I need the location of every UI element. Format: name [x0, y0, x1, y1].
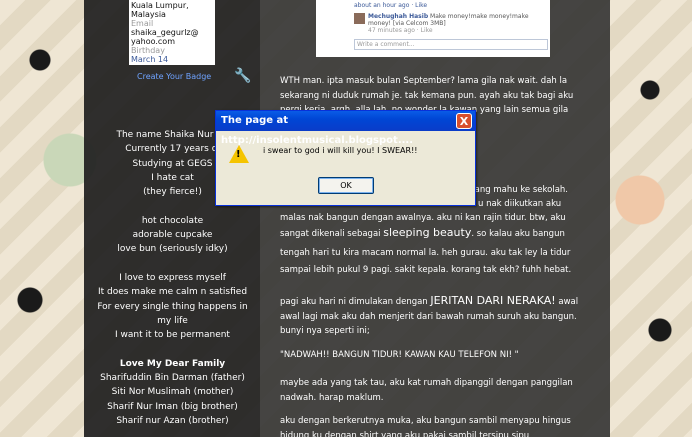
profile-birthday: March 14 — [131, 55, 169, 64]
post-paragraph: u nak diikutkan aku — [478, 199, 562, 209]
bio-line: I want it to be permanent — [115, 330, 230, 341]
warning-glyph: ! — [236, 149, 241, 160]
post-paragraph: malas nak bangun dengan awalnya. aku ni … — [280, 213, 566, 223]
profile-badge: Kuala Lumpur, Malaysia Email shaika_gegu… — [129, 0, 215, 65]
ok-button[interactable]: OK — [318, 177, 374, 194]
bio-line: hot chocolate — [141, 215, 204, 226]
birthday-label: Birthday — [131, 46, 165, 55]
bio-line: For every single thing happens in — [97, 301, 248, 312]
dialog-titlebar[interactable]: The page at http://insolentmusical.blogs… — [216, 111, 475, 146]
profile-location: Kuala Lumpur, Malaysia — [131, 1, 189, 19]
family-member: Sharif Nur Iman (big brother) — [107, 401, 238, 412]
fb-post: Mechughah Hasib Make money!make money!ma… — [368, 13, 543, 27]
post-paragraph: aku dengan berkerutnya muka, aku bangun … — [280, 416, 571, 437]
fb-time: 47 minutes ago · Like — [368, 27, 433, 34]
fb-comment-box: Write a comment... — [354, 39, 548, 50]
fb-avatar — [354, 13, 365, 24]
post-text: . so kalau aku bangun — [471, 229, 565, 239]
post-quote: "NADWAH!! BANGUN TIDUR! KAWAN KAU TELEFO… — [280, 350, 519, 360]
post-paragraph: sampai lebih pukul 9 pagi. sakit kepala.… — [280, 265, 572, 275]
post-text: sangat dikenali sebagai — [280, 229, 381, 239]
wrench-icon[interactable]: 🔧 — [234, 68, 251, 84]
close-button[interactable]: X — [456, 113, 472, 129]
post-paragraph: pagi aku hari ni dimulakan dengan JERITA… — [280, 294, 585, 339]
bio-line: It does make me calm n satisfied — [97, 287, 248, 298]
bio-line: my life — [157, 315, 188, 326]
bio-spacer — [90, 342, 255, 356]
facebook-screenshot: about an hour ago · Like Mechughah Hasib… — [316, 0, 550, 57]
bio-line: adorable cupcake — [132, 230, 213, 241]
dialog-message: i swear to god i will kill you! I SWEAR!… — [263, 146, 418, 155]
post-paragraph: tengah hari tu kira macam normal la. heh… — [280, 248, 571, 258]
post-emphasis: sleeping beauty — [383, 226, 472, 239]
warning-icon: ! — [229, 145, 249, 163]
post-paragraph: sangat dikenali sebagai sleeping beauty.… — [280, 226, 585, 242]
family-member: Sharif nur Azan (brother) — [116, 415, 229, 426]
family-member: Siti Nor Muslimah (mother) — [111, 387, 234, 398]
family-heading: Love My Dear Family — [119, 358, 226, 369]
create-badge-link[interactable]: Create Your Badge — [137, 72, 211, 81]
email-label: Email — [131, 19, 154, 28]
fb-poster: Mechughah Hasib — [368, 13, 429, 20]
post-paragraph: maybe ada yang tak tau, aku kat rumah di… — [280, 378, 573, 403]
post-emphasis: JERITAN DARI NERAKA! — [430, 294, 556, 307]
bio-spacer — [90, 257, 255, 271]
bio-line: love bun (seriously idky) — [117, 244, 228, 255]
post-text: pagi aku hari ni dimulakan dengan — [280, 297, 428, 307]
alert-dialog: The page at http://insolentmusical.blogs… — [215, 110, 476, 206]
dialog-title: The page at http://insolentmusical.blogs… — [221, 115, 414, 146]
fb-time: about an hour ago · Like — [354, 2, 428, 9]
bio-line: I love to express myself — [119, 272, 226, 283]
post-paragraph: k yang mahu ke sekolah. — [462, 185, 569, 195]
profile-email: shaika_gegurlz@ yahoo.com — [131, 28, 199, 46]
family-member: Sharifuddin Bin Darman (father) — [100, 373, 245, 384]
